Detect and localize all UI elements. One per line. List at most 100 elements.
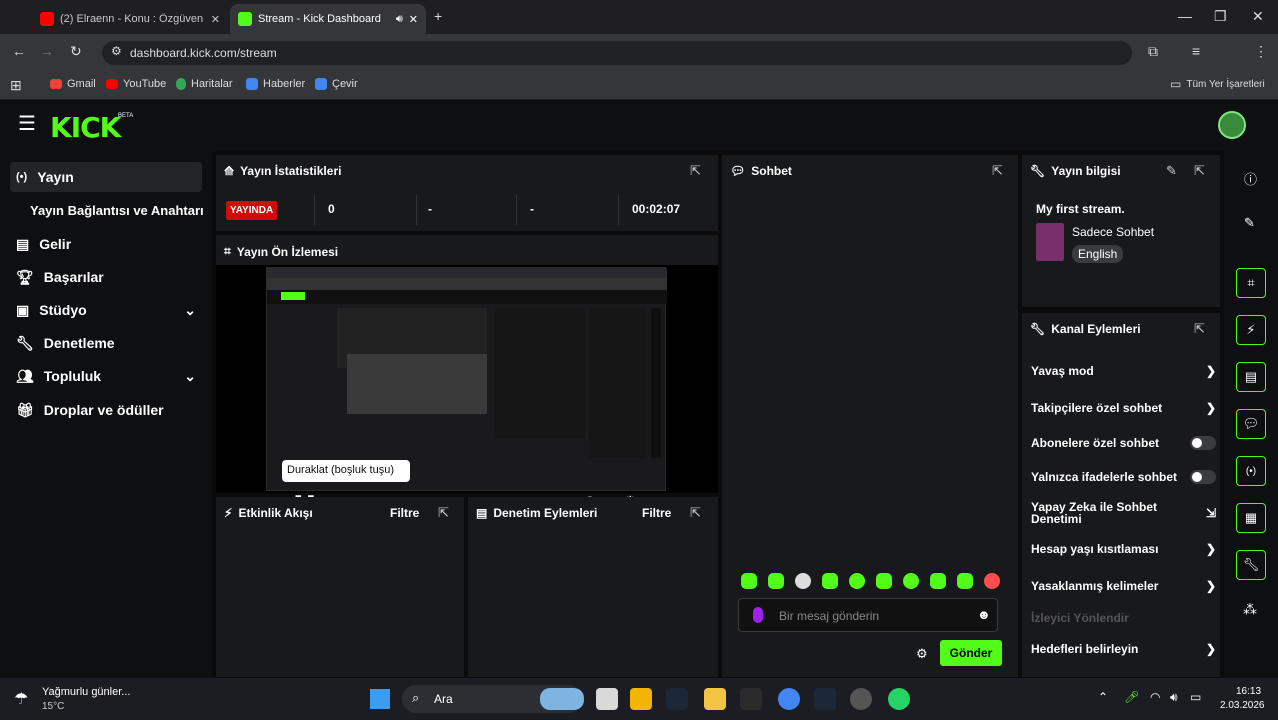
video-player[interactable]: Duraklat (boşluk tuşu) ❚❚ 🔊︎ ⧉ ▭ ⛶ ⚙ xyxy=(216,265,718,511)
rail-info-button[interactable]: 🔧︎ xyxy=(1236,550,1266,580)
close-icon[interactable]: ✕ xyxy=(211,13,220,26)
emote-icon[interactable] xyxy=(957,573,973,589)
edit-icon[interactable]: ✎ xyxy=(1244,215,1255,231)
bookmark-translate[interactable]: Çevir xyxy=(315,78,358,90)
action-raid[interactable]: İzleyici Yönlendir xyxy=(1031,611,1216,625)
rail-chat-button[interactable]: 💬︎ xyxy=(1236,409,1266,439)
bookmark-maps[interactable]: Haritalar xyxy=(176,78,233,90)
emote-icon[interactable] xyxy=(768,573,784,589)
rail-activity-button[interactable]: ⚡︎ xyxy=(1236,315,1266,345)
more-vert-icon[interactable]: ⋮ xyxy=(1254,44,1268,58)
emoji-icon[interactable]: ☻ xyxy=(977,607,991,622)
menu-list-icon[interactable]: ≡ xyxy=(1192,44,1200,58)
chat-settings-icon[interactable]: ⚙ xyxy=(916,646,928,662)
windows-start-icon[interactable] xyxy=(370,689,390,709)
bookmark-gmail[interactable]: Gmail xyxy=(50,78,96,90)
nav-studio[interactable]: ▣ Stüdyo ⌄ xyxy=(10,295,202,325)
popout-icon[interactable]: ⇱ xyxy=(690,505,701,521)
widget-icon[interactable] xyxy=(540,688,584,710)
popout-icon[interactable]: ⇱ xyxy=(1194,163,1205,179)
layout-icon[interactable]: ⁂ xyxy=(1243,601,1257,618)
hamburger-menu-icon[interactable]: ☰ xyxy=(18,114,36,134)
rail-moderation-button[interactable]: ▤ xyxy=(1236,362,1266,392)
all-bookmarks[interactable]: ▭ Tüm Yer İşaretleri xyxy=(1170,78,1265,90)
emote-icon[interactable] xyxy=(903,573,919,589)
send-button[interactable]: Gönder xyxy=(940,640,1002,666)
steam-icon[interactable] xyxy=(814,688,836,710)
apps-grid-icon[interactable]: ⊞ xyxy=(10,78,22,92)
app-icon[interactable] xyxy=(850,688,872,710)
popout-icon[interactable]: ⇱ xyxy=(992,163,1003,179)
nav-drops[interactable]: 🎁︎ Droplar ve ödüller xyxy=(10,395,202,425)
emote-icon[interactable] xyxy=(795,573,811,589)
action-followers-only[interactable]: Takipçilere özel sohbet ❯ xyxy=(1031,401,1216,415)
emote-icon[interactable] xyxy=(984,573,1000,589)
nav-stream-key[interactable]: Yayın Bağlantısı ve Anahtarı xyxy=(24,195,210,225)
chevron-up-icon[interactable]: ⌃ xyxy=(1098,690,1108,704)
info-icon[interactable]: ⓘ xyxy=(1244,169,1257,188)
audio-icon[interactable]: 🔊︎ xyxy=(396,13,403,26)
stream-info-panel: 🔧︎ Yayın bilgisi ✎ ⇱ My first stream. Sad… xyxy=(1022,155,1220,307)
nav-gelir[interactable]: ▤ Gelir xyxy=(10,229,202,259)
weather-icon[interactable]: ☂ xyxy=(14,689,28,709)
popout-icon[interactable]: ⇱ xyxy=(1194,321,1205,337)
minimize-icon[interactable]: — xyxy=(1178,9,1192,23)
rail-preview-button[interactable]: ⌗ xyxy=(1236,268,1266,298)
wifi-icon[interactable]: ◠ xyxy=(1150,690,1160,704)
task-view-icon[interactable] xyxy=(596,688,618,710)
edit-icon[interactable]: ✎ xyxy=(1166,163,1177,179)
chat-bubble-icon: 💬︎ xyxy=(1242,416,1260,431)
popout-icon[interactable]: ⇱ xyxy=(438,505,449,521)
action-account-age[interactable]: Hesap yaşı kısıtlaması ❯ xyxy=(1031,542,1216,556)
new-tab-icon[interactable]: + xyxy=(434,9,442,23)
extensions-icon[interactable]: ⧉ xyxy=(1148,44,1158,58)
emote-icon[interactable] xyxy=(849,573,865,589)
emote-icon[interactable] xyxy=(822,573,838,589)
chat-input[interactable]: Bir mesaj gönderin ☻ xyxy=(738,598,998,632)
action-banned-words[interactable]: Yasaklanmış kelimeler ❯ xyxy=(1031,579,1216,593)
toggle-switch[interactable] xyxy=(1190,470,1216,484)
site-info-icon[interactable]: ⚙ xyxy=(111,45,122,57)
maximize-icon[interactable]: ❐ xyxy=(1214,9,1227,23)
rockstar-icon[interactable] xyxy=(630,688,652,710)
activity-filter-button[interactable]: Filtre xyxy=(390,506,419,520)
toggle-switch[interactable] xyxy=(1190,436,1216,450)
tab-youtube[interactable]: (2) Elraenn - Konu : Özgüven S ✕ xyxy=(32,4,228,34)
emote-icon[interactable] xyxy=(741,573,757,589)
microphone-icon[interactable] xyxy=(753,607,763,623)
moderation-filter-button[interactable]: Filtre xyxy=(642,506,671,520)
emote-icon[interactable] xyxy=(930,573,946,589)
action-slow-mode[interactable]: Yavaş mod ❯ xyxy=(1031,364,1216,378)
emote-icon[interactable] xyxy=(876,573,892,589)
reload-icon[interactable]: ↻ xyxy=(70,44,82,58)
bookmark-news[interactable]: Haberler xyxy=(246,78,305,90)
nav-yayin[interactable]: (•) Yayın xyxy=(10,162,202,192)
rail-stats-button[interactable]: ▦ xyxy=(1236,503,1266,533)
url-field[interactable]: ⚙ dashboard.kick.com/stream xyxy=(102,41,1132,65)
rail-broadcast-button[interactable]: (•) xyxy=(1236,456,1266,486)
nav-community[interactable]: 👥︎ Topluluk ⌄ xyxy=(10,361,202,391)
tab-kick[interactable]: Stream - Kick Dashboard 🔊︎ ✕ xyxy=(230,4,426,34)
close-icon[interactable]: ✕ xyxy=(409,13,418,26)
nav-moderation[interactable]: 🔧︎ Denetleme xyxy=(10,328,202,358)
user-avatar[interactable] xyxy=(1218,111,1246,139)
back-icon[interactable]: ← xyxy=(12,44,26,58)
action-ai-moderation[interactable]: Yapay Zeka ile Sohbet Denetimi ⇲ xyxy=(1031,501,1216,525)
epic-games-icon[interactable] xyxy=(740,688,762,710)
kick-logo[interactable]: KICK xyxy=(50,111,121,144)
speaker-icon[interactable]: 🔊︎ xyxy=(1170,690,1178,705)
nav-achievements[interactable]: 🏆︎ Başarılar xyxy=(10,262,202,292)
action-emotes-only[interactable]: Yalnızca ifadelerle sohbet xyxy=(1031,470,1216,484)
steam-icon[interactable] xyxy=(666,688,688,710)
forward-icon[interactable]: → xyxy=(40,44,54,58)
whatsapp-icon[interactable] xyxy=(888,688,910,710)
action-subscribers-only[interactable]: Abonelere özel sohbet xyxy=(1031,436,1216,450)
bookmark-youtube[interactable]: YouTube xyxy=(106,78,166,90)
action-set-goals[interactable]: Hedefleri belirleyin ❯ xyxy=(1031,642,1216,656)
chrome-icon[interactable] xyxy=(778,688,800,710)
window-close-icon[interactable]: ✕ xyxy=(1252,9,1264,23)
popout-icon[interactable]: ⇱ xyxy=(690,163,701,179)
battery-icon[interactable]: ▭ xyxy=(1190,690,1201,704)
microphone-icon[interactable]: 🎤︎ xyxy=(1124,690,1139,704)
file-explorer-icon[interactable] xyxy=(704,688,726,710)
